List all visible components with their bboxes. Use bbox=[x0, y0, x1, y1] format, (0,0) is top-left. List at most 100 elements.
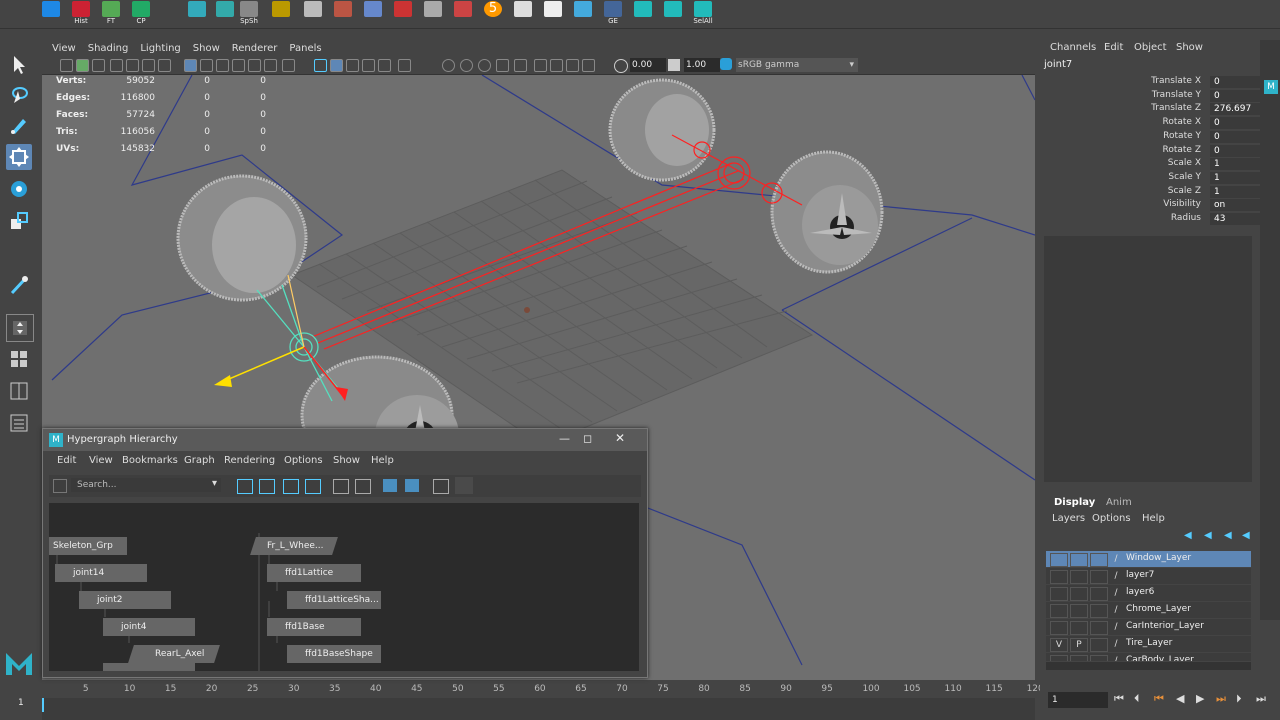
hg-menu-graph[interactable]: Graph bbox=[184, 455, 215, 466]
two-view-icon[interactable] bbox=[6, 378, 32, 404]
resolution-gate-icon[interactable] bbox=[216, 59, 229, 72]
shelf-button-tpose[interactable] bbox=[510, 1, 536, 27]
attr-value[interactable]: 0 bbox=[1210, 144, 1264, 157]
tire-rear-right[interactable] bbox=[770, 150, 884, 274]
tab-anim[interactable]: Anim bbox=[1106, 497, 1132, 508]
exposure-field[interactable]: 0.00 bbox=[630, 58, 666, 72]
shelf-button-paint-weights[interactable] bbox=[570, 1, 596, 27]
hypergraph-canvas[interactable]: Skeleton_Grp joint14 joint2 joint4 RearL… bbox=[49, 503, 639, 671]
attr-value[interactable]: 276.697 bbox=[1210, 103, 1264, 116]
attr-label[interactable]: Scale Y bbox=[1040, 172, 1201, 182]
hg-frame-hierarchy-icon[interactable] bbox=[283, 479, 299, 494]
hg-bookmark-icon[interactable] bbox=[383, 479, 397, 492]
layer-visibility-toggle[interactable] bbox=[1050, 570, 1068, 584]
layer-color-swatch-icon[interactable]: / bbox=[1108, 553, 1124, 565]
grease-pencil-icon[interactable] bbox=[158, 59, 171, 72]
safe-action-icon[interactable] bbox=[264, 59, 277, 72]
layer-color-swatch-icon[interactable]: / bbox=[1108, 604, 1124, 616]
node-ffd1base[interactable]: ffd1Base bbox=[267, 618, 361, 636]
single-view-icon[interactable] bbox=[6, 314, 34, 342]
hg-create-bookmark-icon[interactable] bbox=[405, 479, 419, 492]
layer-display-type-toggle[interactable] bbox=[1090, 587, 1108, 601]
motion-blur-icon[interactable] bbox=[478, 59, 491, 72]
layer-color-swatch-icon[interactable]: / bbox=[1108, 621, 1124, 633]
layer-row[interactable]: / Window_Layer bbox=[1046, 551, 1251, 567]
lock-camera-icon[interactable] bbox=[92, 59, 105, 72]
new-layer-selected-icon[interactable]: ◀ bbox=[1242, 530, 1256, 542]
tire-front-left[interactable] bbox=[176, 174, 308, 302]
two-d-pan-icon[interactable] bbox=[142, 59, 155, 72]
move-layer-up-icon[interactable]: ◀ bbox=[1184, 530, 1198, 542]
colorspace-dropdown[interactable]: sRGB gamma ▾ bbox=[736, 58, 858, 72]
shelf-button-grid-deform[interactable] bbox=[330, 1, 356, 27]
attr-label[interactable]: Scale X bbox=[1040, 158, 1201, 168]
step-back-key-icon[interactable]: ⏮ bbox=[1154, 692, 1164, 706]
hg-scene-hierarchy-icon[interactable] bbox=[333, 479, 349, 494]
layer-row[interactable]: / layer6 bbox=[1046, 585, 1251, 601]
image-plane-icon[interactable] bbox=[126, 59, 139, 72]
close-icon[interactable]: ✕ bbox=[615, 431, 625, 445]
paint-select-icon[interactable] bbox=[6, 112, 32, 138]
grid-toggle-icon[interactable] bbox=[184, 59, 197, 72]
attr-label[interactable]: Radius bbox=[1040, 213, 1201, 223]
attr-value[interactable]: 0 bbox=[1210, 117, 1264, 130]
isolate-select-icon[interactable] bbox=[534, 59, 547, 72]
last-tool-icon[interactable] bbox=[6, 272, 32, 298]
attr-value[interactable]: 0 bbox=[1210, 89, 1264, 102]
viewport-menu-renderer[interactable]: Renderer bbox=[232, 43, 278, 54]
shelf-button-skeleton[interactable] bbox=[390, 1, 416, 27]
node-rearl-axel[interactable]: RearL_Axel bbox=[128, 645, 220, 663]
node-joint14[interactable]: joint14 bbox=[55, 564, 147, 582]
minimize-icon[interactable]: — bbox=[559, 432, 570, 445]
node-ffd1baseshape[interactable]: ffd1BaseShape bbox=[287, 645, 381, 663]
current-time-indicator[interactable] bbox=[42, 698, 44, 712]
shelf-button-joint-chain[interactable] bbox=[420, 1, 446, 27]
node-ffd1lattice[interactable]: ffd1Lattice bbox=[267, 564, 361, 582]
layer-playback-toggle[interactable]: P bbox=[1070, 638, 1088, 652]
attr-label[interactable]: Visibility bbox=[1040, 199, 1201, 209]
lasso-tool-icon[interactable] bbox=[6, 82, 32, 108]
show-menu[interactable]: Show bbox=[1176, 42, 1203, 53]
layer-display-type-toggle[interactable] bbox=[1090, 655, 1108, 661]
shelf-button-cp[interactable]: CP bbox=[128, 1, 154, 27]
tab-display[interactable]: Display bbox=[1054, 497, 1095, 508]
hg-menu-rendering[interactable]: Rendering bbox=[224, 455, 275, 466]
help-menu[interactable]: Help bbox=[1142, 513, 1165, 524]
hg-filter-icon[interactable] bbox=[53, 479, 67, 493]
shelf-button-ft[interactable]: FT bbox=[98, 1, 124, 27]
layer-visibility-toggle[interactable] bbox=[1050, 604, 1068, 618]
shelf-button-number-five[interactable]: 5 bbox=[480, 1, 506, 27]
layer-color-swatch-icon[interactable]: / bbox=[1108, 587, 1124, 599]
shelf-button-maya-home[interactable] bbox=[38, 1, 64, 27]
step-forward-frame-icon[interactable]: ⏵ bbox=[1236, 692, 1242, 706]
layer-playback-toggle[interactable] bbox=[1070, 570, 1088, 584]
shelf-button-pencil[interactable] bbox=[268, 1, 294, 27]
gamma-icon[interactable] bbox=[668, 59, 680, 71]
node-skeleton-grp[interactable]: Skeleton_Grp bbox=[49, 537, 127, 555]
four-view-icon[interactable] bbox=[6, 346, 32, 372]
layer-playback-toggle[interactable] bbox=[1070, 604, 1088, 618]
hg-toggle-icon[interactable] bbox=[455, 477, 473, 494]
hg-frame-selection-icon[interactable] bbox=[259, 479, 275, 494]
node-joint2[interactable]: joint2 bbox=[79, 591, 171, 609]
shelf-button-skull[interactable] bbox=[540, 1, 566, 27]
node-fr-l-wheel[interactable]: Fr_L_Whee... bbox=[250, 537, 338, 555]
scale-tool-icon[interactable] bbox=[6, 208, 32, 234]
layer-row[interactable]: / CarInterior_Layer bbox=[1046, 619, 1251, 635]
current-frame-field[interactable]: 1 bbox=[1048, 692, 1108, 708]
hg-input-output-icon[interactable] bbox=[355, 479, 371, 494]
new-layer-icon[interactable]: ◀ bbox=[1224, 530, 1238, 542]
rotate-tool-icon[interactable] bbox=[6, 176, 32, 202]
shelf-button-snap-grid[interactable] bbox=[184, 1, 210, 27]
hg-layout-icon[interactable] bbox=[433, 479, 449, 494]
layer-visibility-toggle[interactable] bbox=[1050, 553, 1068, 567]
wireframe-on-shaded-icon[interactable] bbox=[346, 59, 359, 72]
xray-icon[interactable] bbox=[550, 59, 563, 72]
exposure-icon[interactable] bbox=[614, 59, 628, 73]
hg-menu-help[interactable]: Help bbox=[371, 455, 394, 466]
layer-color-swatch-icon[interactable]: / bbox=[1108, 570, 1124, 582]
textured-icon[interactable] bbox=[378, 59, 391, 72]
hg-menu-options[interactable]: Options bbox=[284, 455, 323, 466]
layer-display-type-toggle[interactable] bbox=[1090, 570, 1108, 584]
smooth-shade-icon[interactable] bbox=[330, 59, 343, 72]
